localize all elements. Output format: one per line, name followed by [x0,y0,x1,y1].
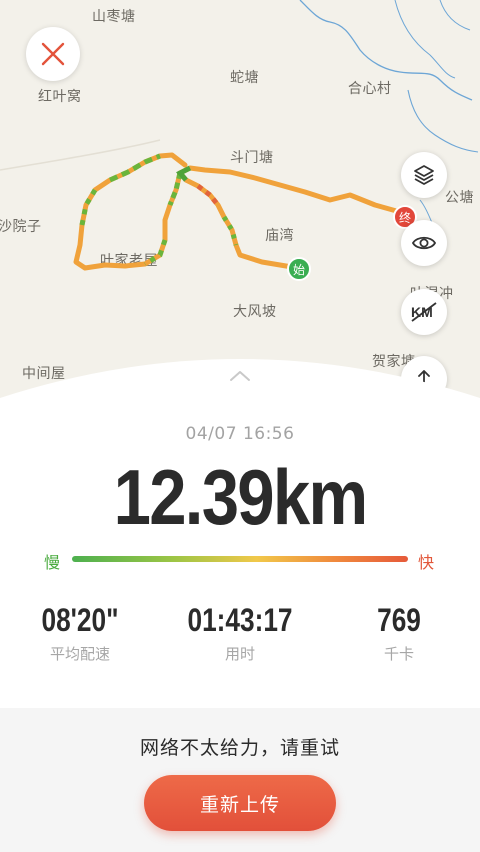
close-button[interactable] [26,27,80,81]
map-layers-button[interactable] [401,152,447,198]
network-error-message: 网络不太给力，请重试 [139,737,340,759]
chevron-up-icon[interactable] [229,370,251,382]
svg-text:KM: KM [411,304,433,320]
layers-icon [414,165,434,185]
start-marker-label: 始 [292,262,305,277]
km-icon: KM [411,302,437,322]
stat-duration: 01:43:17 用时 [172,602,308,664]
run-date: 04/07 16:56 [185,424,295,444]
reupload-button[interactable]: 重新上传 [144,775,336,831]
run-distance: 12.39km [113,453,369,541]
stat-value: 08'20" [41,602,119,638]
stat-label: 平均配速 [49,645,110,663]
pace-gradient-bar [72,556,408,562]
stat-value: 769 [377,602,421,638]
slow-label: 慢 [44,553,61,572]
stat-avg-pace: 08'20" 平均配速 [22,602,138,664]
km-markers-button[interactable]: KM [401,289,447,335]
eye-icon [411,236,437,250]
fast-label: 快 [418,553,435,572]
toggle-visibility-button[interactable] [401,220,447,266]
reupload-button-label: 重新上传 [199,793,280,816]
close-icon [41,42,65,66]
start-marker: 始 [287,257,311,281]
end-marker-label: 终 [398,210,411,225]
stat-calories: 769 千卡 [356,602,442,664]
stat-label: 用时 [224,645,255,663]
stat-value: 01:43:17 [187,602,293,638]
stat-label: 千卡 [383,645,414,663]
